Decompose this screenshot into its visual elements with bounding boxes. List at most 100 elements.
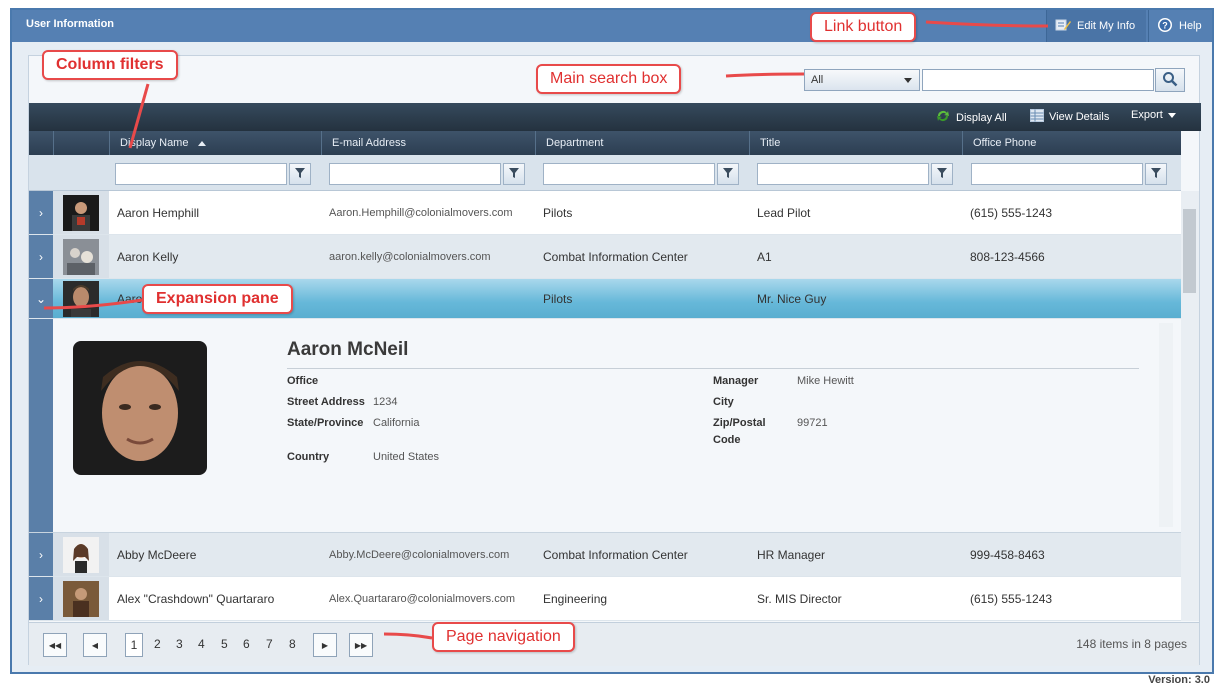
- title-cell: A1: [757, 249, 772, 264]
- department-cell: Combat Information Center: [543, 547, 688, 562]
- page-number[interactable]: 5: [221, 637, 228, 651]
- page-number[interactable]: 4: [198, 637, 205, 651]
- column-header-label: Department: [546, 137, 604, 149]
- page-number[interactable]: 8: [289, 637, 296, 651]
- title-cell: Mr. Nice Guy: [757, 291, 827, 306]
- filter-button-email[interactable]: [503, 163, 525, 185]
- search-scope-value: All: [811, 74, 824, 86]
- expand-row-chevron-icon[interactable]: ›: [29, 577, 53, 620]
- table-icon: [1030, 109, 1044, 125]
- filter-input-department[interactable]: [543, 163, 715, 185]
- expand-row-chevron-icon[interactable]: ›: [29, 533, 53, 576]
- user-information-window: User Information Edit My Info ? Help All: [10, 8, 1214, 674]
- expand-column-header: [29, 131, 53, 155]
- view-details-button[interactable]: View Details: [1030, 109, 1109, 125]
- column-header-label: Title: [760, 137, 781, 149]
- column-header-office-phone[interactable]: Office Phone: [962, 131, 1181, 155]
- avatar: [63, 239, 99, 275]
- office-label: Office: [287, 375, 319, 387]
- zip-value: 99721: [797, 417, 828, 429]
- page-number[interactable]: 7: [266, 637, 273, 651]
- export-menu[interactable]: Export: [1131, 109, 1176, 121]
- filter-button-title[interactable]: [931, 163, 953, 185]
- previous-page-button[interactable]: ◀: [83, 633, 107, 657]
- expand-row-chevron-icon[interactable]: ›: [29, 235, 53, 278]
- avatar: [63, 581, 99, 617]
- edit-icon: [1055, 18, 1071, 35]
- department-cell: Pilots: [543, 291, 573, 306]
- table-row[interactable]: › Abby McDeere Abby.McDeere@colonialmove…: [29, 533, 1181, 577]
- directory-panel: All Display All View Details Export Disp…: [28, 55, 1201, 666]
- search-scope-select[interactable]: All: [804, 69, 920, 91]
- callout-link-button: Link button: [810, 12, 917, 42]
- manager-label: Manager: [713, 375, 759, 387]
- callout-main-search: Main search box: [536, 64, 682, 94]
- filter-input-display-name[interactable]: [115, 163, 287, 185]
- email-cell: Aaron.Hemphill@colonialmovers.com: [329, 206, 513, 219]
- help-button[interactable]: ? Help: [1148, 10, 1214, 42]
- photo-column-header: [53, 131, 109, 155]
- display-name-cell: Aaron Kelly: [117, 249, 179, 264]
- table-row[interactable]: › Aaron Kelly aaron.kelly@colonialmovers…: [29, 235, 1181, 279]
- column-header-display-name[interactable]: Display Name: [109, 131, 321, 155]
- avatar: [63, 195, 99, 231]
- table-row[interactable]: › Alex "Crashdown" Quartararo Alex.Quart…: [29, 577, 1181, 621]
- profile-photo: [73, 341, 207, 475]
- filter-input-email[interactable]: [329, 163, 501, 185]
- avatar: [63, 281, 99, 317]
- email-cell: aaron.kelly@colonialmovers.com: [329, 250, 491, 263]
- search-button[interactable]: [1155, 68, 1185, 92]
- table-row[interactable]: › Aaron Hemphill Aaron.Hemphill@colonial…: [29, 191, 1181, 235]
- collapse-row-chevron-icon[interactable]: ⌄: [29, 279, 53, 318]
- column-headers: Display Name E-mail Address Department T…: [29, 131, 1181, 155]
- column-header-label: Display Name: [120, 137, 189, 149]
- grid-scrollbar[interactable]: [1181, 191, 1199, 621]
- window-title: User Information: [26, 18, 115, 30]
- filter-button-office-phone[interactable]: [1145, 163, 1167, 185]
- filter-icon: [295, 167, 305, 181]
- column-header-label: Office Phone: [973, 137, 1037, 149]
- svg-text:?: ?: [1162, 20, 1168, 30]
- column-header-title[interactable]: Title: [749, 131, 962, 155]
- chevron-down-icon: [1167, 112, 1176, 118]
- main-search-input[interactable]: [922, 69, 1154, 91]
- filter-input-title[interactable]: [757, 163, 929, 185]
- state-province-label: State/Province: [287, 417, 364, 429]
- title-cell: Sr. MIS Director: [757, 591, 842, 606]
- edit-my-info-button[interactable]: Edit My Info: [1046, 10, 1146, 42]
- display-all-button[interactable]: Display All: [935, 109, 1007, 126]
- help-label: Help: [1179, 20, 1202, 32]
- email-cell: Alex.Quartararo@colonialmovers.com: [329, 592, 516, 605]
- office-phone-cell: 808-123-4566: [970, 249, 1045, 264]
- filter-input-office-phone[interactable]: [971, 163, 1143, 185]
- refresh-icon: [935, 109, 951, 126]
- office-phone-cell: (615) 555-1243: [970, 205, 1053, 220]
- manager-value[interactable]: Mike Hewitt: [797, 375, 854, 387]
- filter-button-display-name[interactable]: [289, 163, 311, 185]
- expansion-pane-scrollbar[interactable]: [1159, 323, 1173, 527]
- version-label: Version: 3.0: [1148, 674, 1210, 686]
- street-address-value: 1234: [373, 396, 398, 408]
- callout-page-navigation: Page navigation: [432, 622, 575, 652]
- street-address-label: Street Address: [287, 396, 365, 408]
- page-number[interactable]: 6: [243, 637, 250, 651]
- page-number-current[interactable]: 1: [125, 633, 143, 657]
- expand-row-chevron-icon[interactable]: ›: [29, 191, 53, 234]
- export-label: Export: [1131, 109, 1163, 121]
- filter-button-department[interactable]: [717, 163, 739, 185]
- last-page-button[interactable]: ▶▶: [349, 633, 373, 657]
- column-header-email[interactable]: E-mail Address: [321, 131, 535, 155]
- column-header-department[interactable]: Department: [535, 131, 749, 155]
- filter-icon: [937, 167, 947, 181]
- scrollbar-thumb[interactable]: [1183, 209, 1196, 293]
- office-phone-cell: 999-458-8463: [970, 547, 1045, 562]
- page-navigation: ◀◀ ◀ 1 2 3 4 5 6 7 8 ▶ ▶▶ 148 items in 8…: [29, 622, 1199, 666]
- edit-my-info-label: Edit My Info: [1077, 20, 1136, 32]
- next-page-button[interactable]: ▶: [313, 633, 337, 657]
- help-icon: ?: [1157, 17, 1173, 36]
- display-name-cell: Aaron Hemphill: [117, 205, 200, 220]
- avatar: [63, 537, 99, 573]
- page-number[interactable]: 2: [154, 637, 161, 651]
- page-number[interactable]: 3: [176, 637, 183, 651]
- first-page-button[interactable]: ◀◀: [43, 633, 67, 657]
